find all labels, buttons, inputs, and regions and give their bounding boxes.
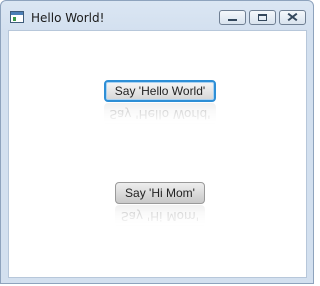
content-area: Say 'Hello World' Say 'Hello World' Say … (8, 30, 307, 278)
close-icon (287, 13, 298, 22)
app-window: Hello World! Say 'Hello World' Say 'Hell… (0, 0, 314, 284)
say-hello-world-reflection: Say 'Hello World' (104, 103, 216, 125)
window-title: Hello World! (31, 11, 105, 25)
minimize-icon (228, 18, 237, 21)
say-hi-mom-reflection: Say 'Hi Mom' (115, 205, 205, 227)
maximize-icon (258, 14, 267, 21)
maximize-button[interactable] (249, 10, 276, 25)
minimize-button[interactable] (219, 10, 246, 25)
say-hello-world-button[interactable]: Say 'Hello World' (104, 80, 216, 102)
app-icon (10, 11, 24, 23)
title-bar[interactable]: Hello World! (1, 1, 313, 31)
close-button[interactable] (279, 10, 306, 25)
say-hi-mom-button[interactable]: Say 'Hi Mom' (115, 182, 205, 204)
